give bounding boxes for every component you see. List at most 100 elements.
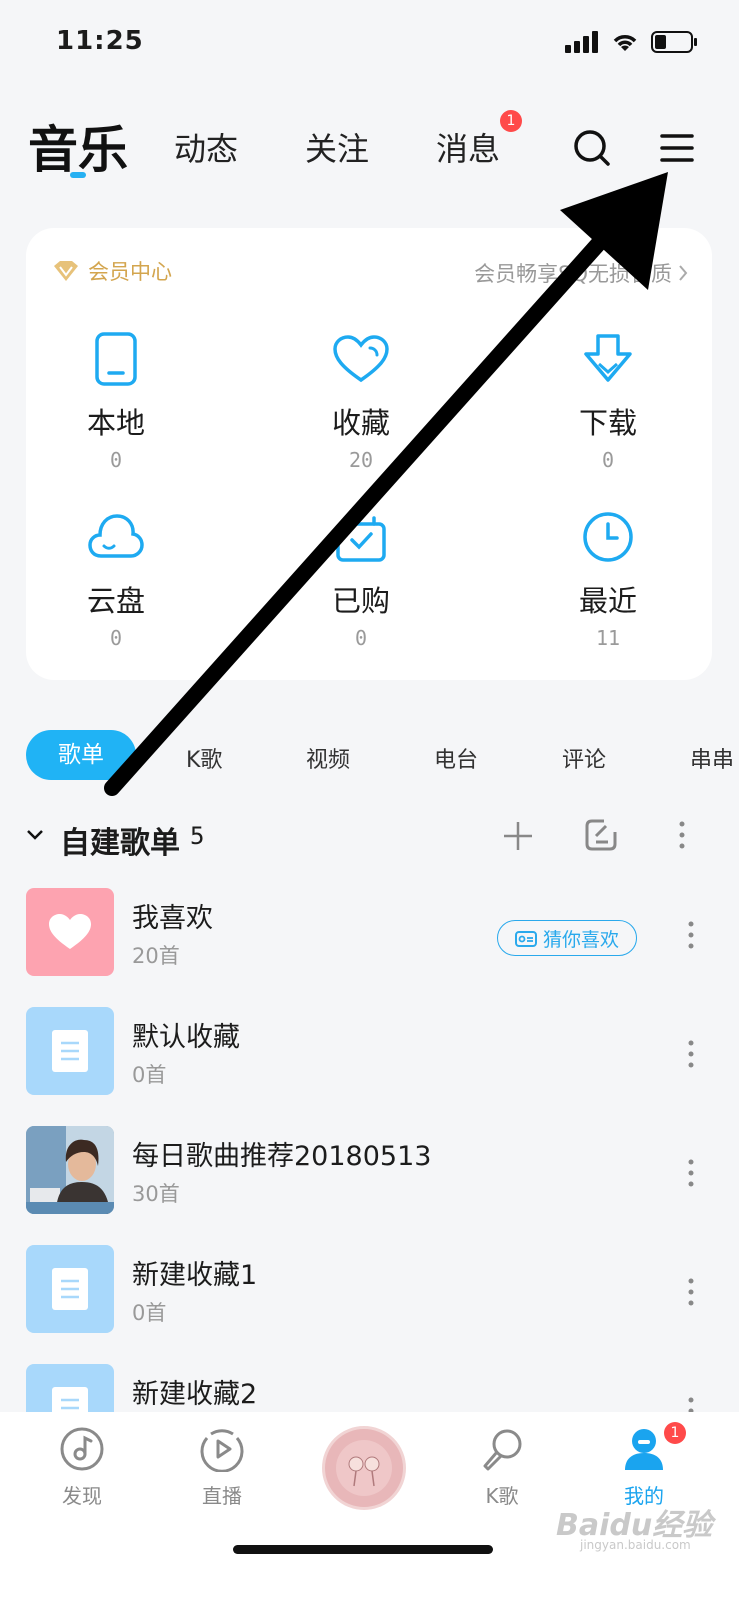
guess-you-like-label: 猜你喜欢 [542,928,619,951]
document-icon [52,1268,88,1310]
tab-dynamics[interactable]: 动态 [174,124,238,170]
grid-item-purchased[interactable]: 已购 0 [281,506,441,650]
manage-icon[interactable] [584,818,618,852]
more-icon[interactable] [687,1158,695,1188]
signal-icon [565,31,598,53]
category-tabs: 歌单 K歌 视频 电台 评论 串串 [0,730,739,782]
watermark-url: jingyan.baidu.com [580,1538,691,1552]
grid-item-downloads[interactable]: 下载 0 [528,328,688,472]
album-art [336,1440,392,1496]
cloud-icon [88,514,144,558]
playlist-cover [26,1245,114,1333]
grid-item-count: 0 [109,448,123,472]
cat-tab-playlists[interactable]: 歌单 [26,730,136,780]
grid-item-count: 11 [595,626,621,650]
tab-follow[interactable]: 关注 [305,124,369,170]
diamond-icon [54,261,78,281]
wifi-icon [613,35,637,51]
status-time: 11:25 [56,26,144,56]
clock-icon [583,512,633,562]
heart-icon [49,914,91,949]
playlist-row[interactable]: 默认收藏 0首 [0,1007,739,1107]
playlist-count: 20首 [132,944,180,968]
playlist-name: 我喜欢 [132,903,213,934]
tab-live[interactable]: 直播 [172,1426,272,1509]
playlist-name: 每日歌曲推荐20180513 [132,1141,432,1172]
grid-item-recent[interactable]: 最近 11 [528,506,688,650]
playlist-name: 新建收藏2 [132,1379,258,1410]
grid-item-label: 收藏 [331,406,390,440]
status-icons [565,30,699,54]
playlist-section-header: 自建歌单 5 [0,808,739,864]
purchased-icon [336,516,386,562]
playlist-row[interactable]: 新建收藏1 0首 [0,1245,739,1345]
grid-item-label: 已购 [331,584,390,618]
radio-icon [514,931,537,947]
heart-icon [333,335,389,383]
grid-item-label: 下载 [578,406,637,440]
grid-item-cloud[interactable]: 云盘 0 [36,506,196,650]
grid-item-count: 0 [109,626,123,650]
playlist-section-title: 自建歌单 [60,826,180,861]
grid-item-count: 0 [601,448,615,472]
download-icon [584,334,632,382]
album-photo [26,1126,114,1214]
tab-label: 直播 [202,1484,242,1508]
vip-promo-link[interactable]: 会员畅享SQ无损音质 [474,258,688,288]
grid-item-count: 0 [354,626,368,650]
vip-center-link[interactable]: 会员中心 [52,256,172,286]
more-icon[interactable] [678,820,686,850]
vip-center-label: 会员中心 [88,260,172,284]
tab-label: K歌 [485,1484,519,1508]
more-icon[interactable] [687,1039,695,1069]
playlist-count: 0首 [132,1063,167,1087]
top-nav: 音乐 动态 关注 消息 1 [0,100,739,200]
cat-tab-karaoke[interactable]: K歌 [186,742,222,774]
grid-item-label: 本地 [86,406,145,440]
playlist-cover [26,1007,114,1095]
grid-item-label: 云盘 [86,584,145,618]
now-playing-disc[interactable] [322,1426,406,1510]
chevron-down-icon[interactable] [26,828,44,842]
live-icon [200,1429,244,1473]
phone-icon [95,332,137,386]
vip-promo-text: 会员畅享SQ无损音质 [474,262,672,286]
active-tab-indicator [70,172,86,178]
playlist-name: 新建收藏1 [132,1260,258,1291]
profile-icon [625,1429,663,1470]
document-icon [52,1030,88,1072]
grid-item-favorites[interactable]: 收藏 20 [281,328,441,472]
messages-badge: 1 [500,110,522,132]
cat-tab-radio[interactable]: 电台 [434,742,478,774]
tab-karaoke[interactable]: K歌 [452,1426,552,1509]
menu-icon[interactable] [660,128,694,168]
playlist-count: 0首 [132,1301,167,1325]
cat-tab-video[interactable]: 视频 [306,742,350,774]
grid-item-label: 最近 [578,584,637,618]
guess-you-like-button[interactable]: 猜你喜欢 [497,920,637,956]
tab-messages[interactable]: 消息 [436,124,500,170]
more-icon[interactable] [687,1277,695,1307]
playlist-row[interactable]: 我喜欢 20首 猜你喜欢 [0,888,739,988]
tab-label: 发现 [62,1484,102,1508]
cat-tab-chuanchuan[interactable]: 串串 [690,742,739,774]
mine-badge: 1 [664,1422,686,1444]
playlist-cover-photo [26,1126,114,1214]
search-icon[interactable] [572,128,612,168]
discover-icon [60,1427,104,1471]
grid-item-local[interactable]: 本地 0 [36,328,196,472]
home-indicator[interactable] [233,1545,493,1554]
playlist-name: 默认收藏 [132,1022,240,1053]
chevron-right-icon [679,265,688,281]
battery-icon [651,31,697,53]
playlist-count: 30首 [132,1182,180,1206]
tab-discover[interactable]: 发现 [32,1426,132,1509]
add-icon[interactable] [502,820,534,852]
grid-item-count: 20 [348,448,374,472]
my-music-card: 会员中心 会员畅享SQ无损音质 本地 0 收藏 20 下载 0 云盘 0 已购 … [26,228,712,680]
karaoke-icon [483,1429,522,1471]
more-icon[interactable] [687,920,695,950]
playlist-row[interactable]: 每日歌曲推荐20180513 30首 [0,1126,739,1226]
status-bar: 11:25 [0,0,739,90]
cat-tab-comments[interactable]: 评论 [562,742,606,774]
